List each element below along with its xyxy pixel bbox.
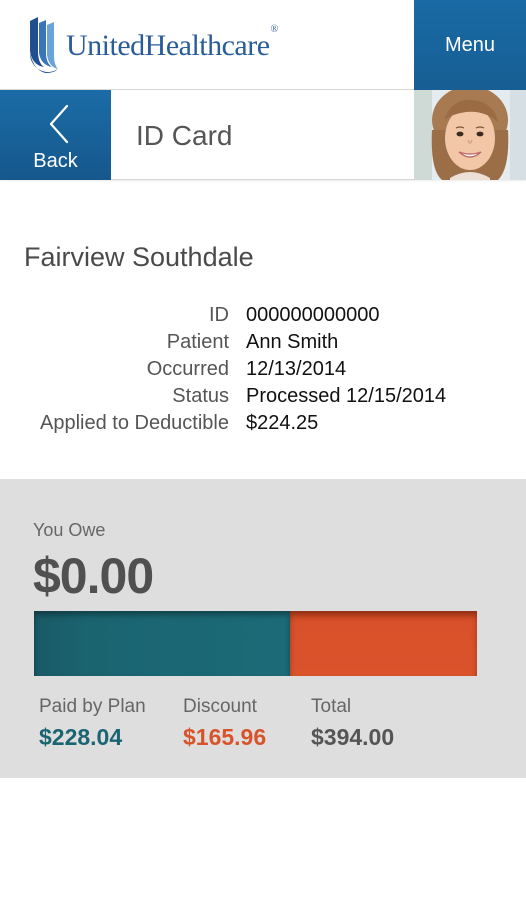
detail-row-patient: Patient Ann Smith: [0, 331, 526, 358]
claim-details: ID 000000000000 Patient Ann Smith Occurr…: [0, 304, 526, 439]
detail-label: Patient: [166, 331, 229, 353]
detail-value: Ann Smith: [246, 331, 339, 353]
menu-button[interactable]: Menu: [414, 0, 526, 90]
detail-value: $224.25: [246, 412, 319, 434]
detail-value: 12/13/2014: [246, 358, 347, 380]
provider-name: Fairview Southdale: [24, 242, 254, 272]
back-button-label: Back: [33, 150, 78, 172]
detail-label: Applied to Deductible: [39, 412, 229, 434]
detail-label: Status: [172, 385, 229, 407]
you-owe-label: You Owe: [33, 520, 106, 540]
user-avatar[interactable]: [414, 90, 526, 180]
user-avatar-photo: [414, 90, 526, 180]
legend-discount: Discount $165.96: [183, 696, 266, 751]
sub-header: Back ID Card: [0, 90, 526, 180]
detail-row-id: ID 000000000000: [0, 304, 526, 331]
legend-total: Total $394.00: [311, 696, 394, 751]
paid-by-plan-segment: [34, 611, 291, 676]
detail-value: Processed 12/15/2014: [246, 385, 447, 407]
detail-row-occurred: Occurred 12/13/2014: [0, 358, 526, 385]
app-screen: UnitedHealthcare® Menu Back ID Card Fair…: [0, 0, 526, 900]
detail-row-deductible: Applied to Deductible $224.25: [0, 412, 526, 439]
brand-name: UnitedHealthcare®: [66, 24, 278, 62]
cost-breakdown-bar: [34, 611, 477, 676]
cost-summary-panel: You Owe $0.00 Paid by Plan $228.04 Disco…: [0, 479, 526, 778]
discount-segment: [290, 611, 477, 676]
you-owe-amount: $0.00: [33, 548, 154, 604]
detail-row-status: Status Processed 12/15/2014: [0, 385, 526, 412]
legend-label: Total: [311, 696, 352, 717]
legend-amount: $228.04: [39, 724, 123, 750]
back-button[interactable]: Back: [0, 90, 111, 180]
detail-label: ID: [209, 304, 229, 326]
page-title: ID Card: [136, 120, 233, 151]
legend-label: Paid by Plan: [39, 696, 146, 717]
detail-value: 000000000000: [246, 304, 380, 326]
legend-amount: $165.96: [183, 724, 267, 750]
legend-label: Discount: [183, 696, 257, 717]
legend-amount: $394.00: [311, 724, 395, 750]
chevron-left-icon: [49, 104, 69, 144]
menu-button-label: Menu: [444, 33, 496, 56]
brand-logo: UnitedHealthcare®: [28, 16, 278, 76]
legend-paid-by-plan: Paid by Plan $228.04: [39, 696, 146, 751]
detail-label: Occurred: [146, 358, 229, 380]
app-header: UnitedHealthcare® Menu: [0, 0, 526, 90]
united-healthcare-logo-icon: [30, 17, 58, 73]
